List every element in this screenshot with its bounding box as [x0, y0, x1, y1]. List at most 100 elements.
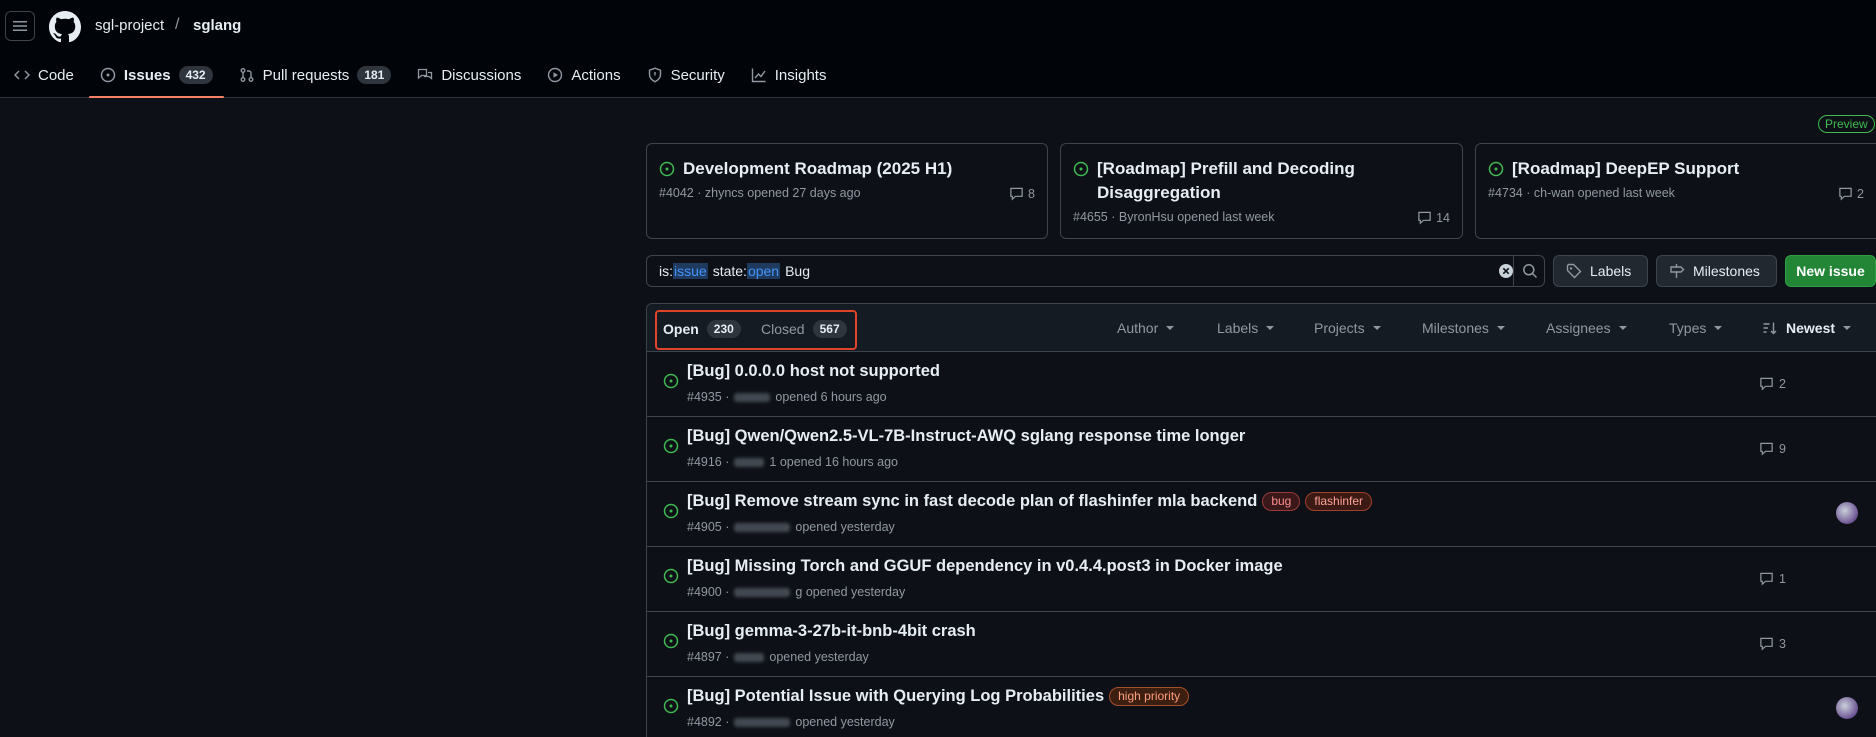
- play-icon: [548, 67, 563, 83]
- chevron-down-icon: [1166, 326, 1175, 330]
- milestones-button-label: Milestones: [1693, 263, 1760, 279]
- issue-comments[interactable]: 9: [1759, 441, 1786, 456]
- pinned-issue-comment-count: 2: [1857, 186, 1864, 201]
- issue-title[interactable]: [Bug] Potential Issue with Querying Log …: [687, 687, 1104, 706]
- table-row[interactable]: [Bug] gemma-3-27b-it-bnb-4bit crash #489…: [647, 612, 1876, 677]
- pinned-issue-title[interactable]: [Roadmap] DeepEP Support: [1512, 157, 1864, 181]
- pinned-issue-comments[interactable]: 2: [1838, 186, 1864, 201]
- table-row[interactable]: [Bug] Remove stream sync in fast decode …: [647, 482, 1876, 547]
- closed-issues-toggle[interactable]: Closed 567: [761, 320, 847, 338]
- issue-title[interactable]: [Bug] gemma-3-27b-it-bnb-4bit crash: [687, 622, 976, 641]
- comment-icon: [1760, 572, 1773, 586]
- comment-icon: [1418, 211, 1431, 225]
- query-key-is: is:: [659, 263, 673, 279]
- redacted-author: [734, 717, 791, 727]
- issue-number: #4892 ·: [687, 715, 730, 729]
- chevron-down-icon: [1714, 326, 1723, 330]
- github-logo-icon[interactable]: [49, 11, 81, 43]
- issue-opened-icon: [100, 67, 116, 83]
- preview-badge: Preview: [1818, 115, 1875, 133]
- pinned-issue-card[interactable]: Development Roadmap (2025 H1) #4042 · zh…: [646, 143, 1048, 239]
- clear-search-icon[interactable]: [1498, 263, 1514, 279]
- pinned-issue-meta: #4734 · ch-wan opened last week: [1488, 186, 1675, 200]
- pinned-issue-comment-count: 14: [1436, 210, 1450, 225]
- tab-issues-label: Issues: [123, 66, 171, 84]
- breadcrumb-repo[interactable]: sglang: [193, 17, 241, 34]
- graph-icon: [751, 68, 766, 83]
- redacted-author: [734, 652, 765, 662]
- open-count: 230: [706, 320, 741, 338]
- issue-list: Open 230 Closed 567 Author Labels Projec…: [646, 303, 1876, 737]
- pinned-issue-comments[interactable]: 14: [1417, 210, 1450, 225]
- filter-milestones-label: Milestones: [1422, 320, 1489, 336]
- label-high-priority[interactable]: high priority: [1109, 687, 1190, 706]
- issue-title[interactable]: [Bug] Remove stream sync in fast decode …: [687, 492, 1257, 511]
- comment-icon: [1010, 187, 1023, 201]
- issue-opened-icon: [663, 438, 679, 454]
- tab-actions[interactable]: Actions: [539, 58, 628, 92]
- code-icon: [14, 70, 30, 80]
- assignee-avatar[interactable]: [1836, 502, 1858, 524]
- filter-milestones[interactable]: Milestones: [1422, 320, 1505, 336]
- issue-opened-icon: [663, 698, 679, 714]
- table-row[interactable]: [Bug] Missing Torch and GGUF dependency …: [647, 547, 1876, 612]
- filter-projects-label: Projects: [1314, 320, 1365, 336]
- tab-pull-requests[interactable]: Pull requests 181: [231, 58, 400, 92]
- issue-title[interactable]: [Bug] 0.0.0.0 host not supported: [687, 362, 940, 381]
- comment-discussion-icon: [418, 68, 433, 80]
- open-issues-toggle[interactable]: Open 230: [663, 320, 741, 338]
- query-value-open: open: [746, 263, 781, 279]
- labels-button[interactable]: Labels: [1553, 255, 1648, 287]
- issue-comments[interactable]: 3: [1759, 636, 1786, 651]
- issue-comments[interactable]: 2: [1759, 376, 1786, 391]
- pinned-issue-card[interactable]: [Roadmap] DeepEP Support #4734 · ch-wan …: [1475, 143, 1876, 239]
- tab-insights[interactable]: Insights: [743, 58, 835, 92]
- issue-opened-icon: [1488, 161, 1504, 177]
- filter-assignees[interactable]: Assignees: [1546, 320, 1627, 336]
- issue-title[interactable]: [Bug] Qwen/Qwen2.5-VL-7B-Instruct-AWQ sg…: [687, 427, 1245, 446]
- chevron-down-icon: [1843, 326, 1852, 330]
- tab-code[interactable]: Code: [6, 58, 82, 92]
- label-flashinfer[interactable]: flashinfer: [1305, 492, 1373, 511]
- redacted-author: [734, 587, 791, 597]
- tab-issues[interactable]: Issues 432: [88, 58, 224, 98]
- assignee-avatar[interactable]: [1836, 697, 1858, 719]
- new-issue-button[interactable]: New issue: [1785, 255, 1876, 287]
- label-bug[interactable]: bug: [1262, 492, 1301, 511]
- git-pull-request-icon: [240, 68, 254, 82]
- chevron-down-icon: [1372, 326, 1381, 330]
- milestones-button[interactable]: Milestones: [1656, 255, 1777, 287]
- filter-types-label: Types: [1669, 320, 1707, 336]
- pinned-issue-card[interactable]: [Roadmap] Prefill and Decoding Disaggreg…: [1060, 143, 1463, 239]
- filter-assignees-label: Assignees: [1546, 320, 1611, 336]
- table-row[interactable]: [Bug] Qwen/Qwen2.5-VL-7B-Instruct-AWQ sg…: [647, 417, 1876, 482]
- pinned-issue-comments[interactable]: 8: [1009, 186, 1035, 201]
- issue-opened-icon: [663, 633, 679, 649]
- table-row[interactable]: [Bug] Potential Issue with Querying Log …: [647, 677, 1876, 737]
- tag-icon: [1566, 263, 1582, 279]
- tab-discussions[interactable]: Discussions: [409, 58, 529, 92]
- pinned-issue-title[interactable]: Development Roadmap (2025 H1): [683, 157, 1035, 181]
- issue-comment-count: 9: [1779, 441, 1786, 456]
- breadcrumb-owner[interactable]: sgl-project: [95, 17, 164, 34]
- issue-comment-count: 2: [1779, 376, 1786, 391]
- filter-author[interactable]: Author: [1117, 320, 1175, 336]
- issue-number: #4905 ·: [687, 520, 730, 534]
- comment-icon: [1760, 442, 1773, 456]
- issue-search-input[interactable]: is: issue state: open Bug: [646, 255, 1545, 287]
- tab-security[interactable]: Security: [639, 58, 733, 92]
- issue-comment-count: 3: [1779, 636, 1786, 651]
- issue-comments[interactable]: 1: [1759, 571, 1786, 586]
- table-row[interactable]: [Bug] 0.0.0.0 host not supported #4935 ·…: [647, 352, 1876, 417]
- pinned-issue-title[interactable]: [Roadmap] Prefill and Decoding Disaggreg…: [1097, 157, 1450, 205]
- sort-newest[interactable]: Newest: [1762, 320, 1852, 336]
- issue-opened-time: opened yesterday: [769, 650, 869, 664]
- filter-projects[interactable]: Projects: [1314, 320, 1381, 336]
- comment-icon: [1760, 637, 1773, 651]
- filter-types[interactable]: Types: [1669, 320, 1723, 336]
- search-button[interactable]: [1513, 255, 1545, 287]
- filter-labels[interactable]: Labels: [1217, 320, 1275, 336]
- issue-title[interactable]: [Bug] Missing Torch and GGUF dependency …: [687, 557, 1283, 576]
- menu-button[interactable]: [5, 11, 35, 41]
- filter-labels-label: Labels: [1217, 320, 1259, 336]
